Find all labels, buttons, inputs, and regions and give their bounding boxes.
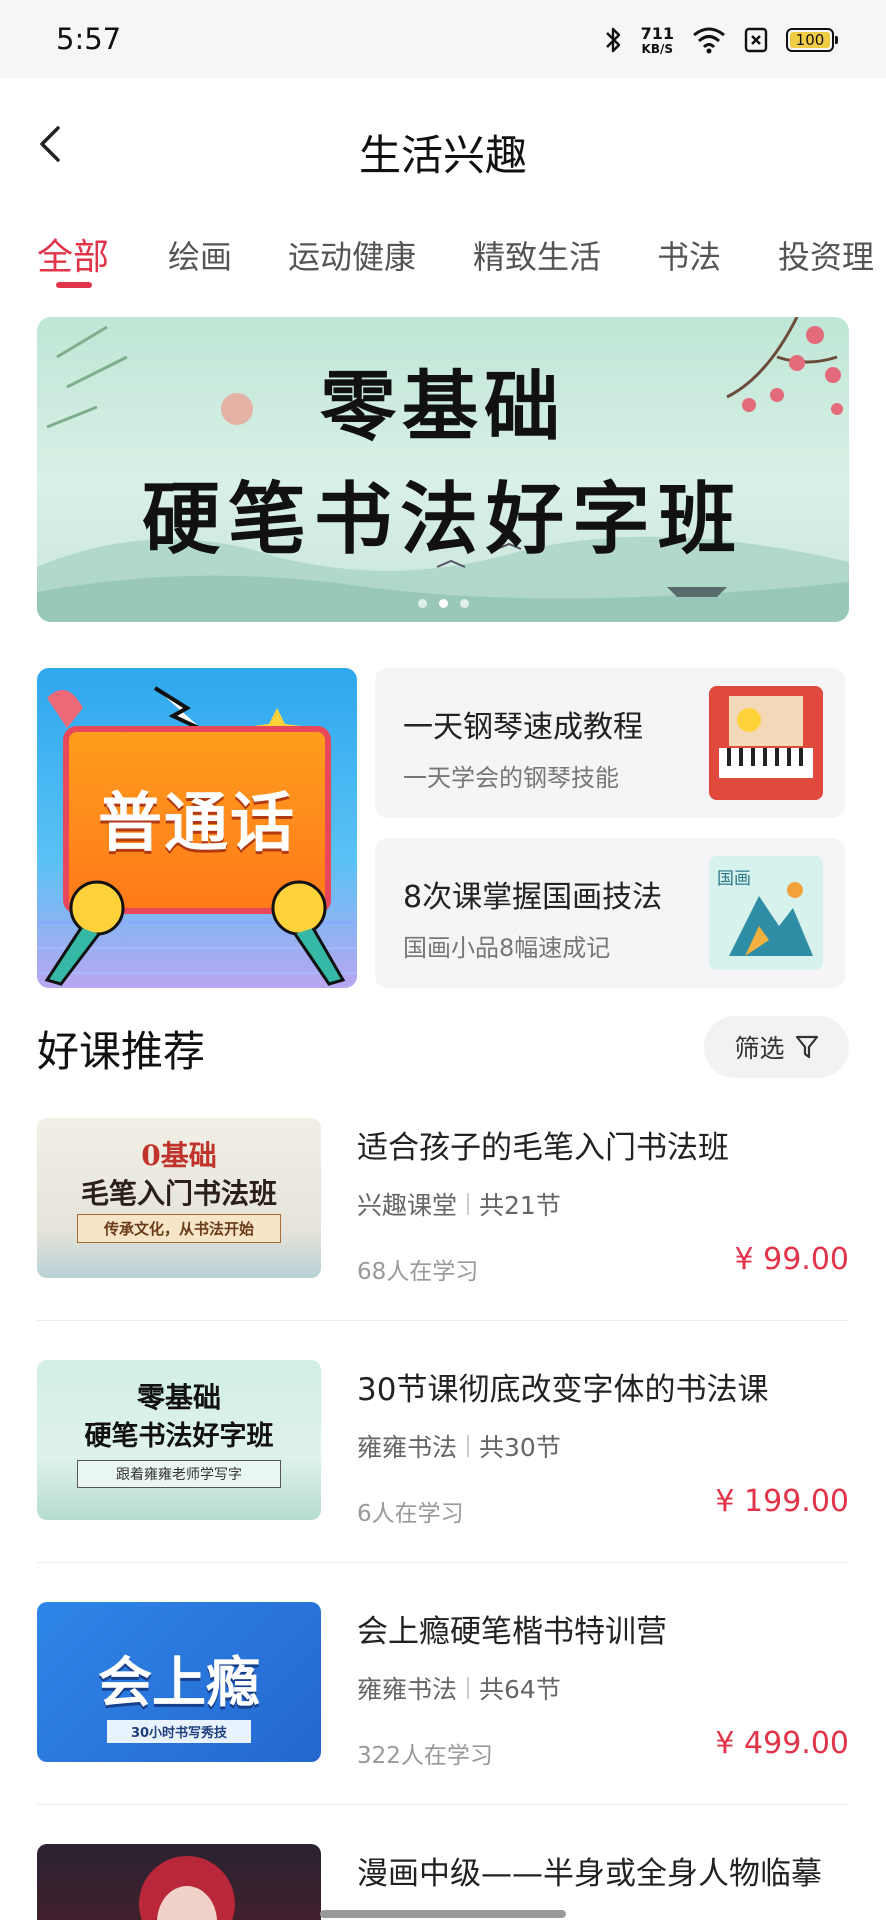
painting-thumbnail: 国画: [709, 856, 823, 970]
piano-thumbnail: [709, 686, 823, 800]
course-meta: 雍雍书法 共64节: [357, 1670, 561, 1706]
course-lessons: 共64节: [479, 1675, 561, 1704]
status-time: 5:57: [56, 22, 122, 56]
course-title: 会上瘾硬笔楷书特训营: [357, 1614, 667, 1650]
course-provider: 雍雍书法: [357, 1433, 458, 1462]
course-thumbnail: [37, 1844, 321, 1920]
course-thumbnail: 会上瘾 30小时书写秀技: [37, 1602, 321, 1762]
course-price: ¥ 99.00: [734, 1242, 849, 1277]
tab-painting[interactable]: 绘画: [168, 232, 232, 278]
list-divider: [37, 1320, 849, 1321]
section-title: 好课推荐: [37, 1027, 206, 1076]
feature-card-mandarin[interactable]: 普通话: [37, 668, 357, 988]
course-meta: 兴趣课堂 共21节: [357, 1186, 561, 1222]
course-lessons: 共30节: [479, 1433, 561, 1462]
list-divider: [37, 1562, 849, 1563]
course-price: ¥ 499.00: [715, 1726, 849, 1761]
course-provider: 雍雍书法: [357, 1675, 458, 1704]
feature-card-subtitle: 国画小品8幅速成记: [403, 934, 611, 962]
course-item[interactable]: 会上瘾 30小时书写秀技 会上瘾硬笔楷书特训营 雍雍书法 共64节 322人在学…: [37, 1602, 849, 1769]
course-title: 漫画中级——半身或全身人物临摹: [357, 1856, 822, 1892]
tab-calligraphy[interactable]: 书法: [657, 232, 721, 278]
pagination-dot-active: [438, 599, 448, 608]
feature-card-title: 一天钢琴速成教程: [403, 710, 643, 745]
course-title: 30节课彻底改变字体的书法课: [357, 1372, 769, 1408]
course-lessons: 共21节: [479, 1191, 561, 1220]
painting-thumb-label: 国画: [717, 869, 751, 889]
feature-card-chinese-painting[interactable]: 8次课掌握国画技法 国画小品8幅速成记 国画: [375, 838, 845, 988]
filter-button[interactable]: 筛选: [704, 1016, 849, 1078]
pagination-dot: [417, 599, 427, 608]
network-speed: 711 KB/S: [640, 23, 674, 56]
battery-icon: 100: [786, 28, 838, 52]
feature-card-subtitle: 一天学会的钢琴技能: [403, 764, 619, 792]
no-sim-icon: [744, 27, 768, 53]
course-learners: 6人在学习: [357, 1501, 464, 1527]
course-meta: 雍雍书法 共30节: [357, 1428, 561, 1464]
tab-investment[interactable]: 投资理: [778, 232, 874, 278]
course-thumbnail: 0基础 毛笔入门书法班 传承文化，从书法开始: [37, 1118, 321, 1278]
promo-banner[interactable]: 零基础 硬笔书法好字班: [37, 317, 849, 622]
feature-card-piano[interactable]: 一天钢琴速成教程 一天学会的钢琴技能: [375, 668, 845, 818]
banner-pagination: [37, 599, 849, 608]
category-tabs: 全部 绘画 运动健康 精致生活 书法 投资理: [0, 222, 886, 292]
course-thumbnail: 零基础 硬笔书法好字班 跟着雍雍老师学写字: [37, 1360, 321, 1520]
banner-title-line2: 硬笔书法好字班: [141, 474, 744, 565]
page-title: 生活兴趣: [358, 131, 527, 180]
status-icons: 711 KB/S 100: [603, 20, 838, 60]
pagination-dot: [459, 599, 469, 608]
course-provider: 兴趣课堂: [357, 1191, 458, 1220]
feature-big-text: 普通话: [98, 787, 296, 861]
course-learners: 68人在学习: [357, 1259, 479, 1285]
course-item[interactable]: 零基础 硬笔书法好字班 跟着雍雍老师学写字 30节课彻底改变字体的书法课 雍雍书…: [37, 1360, 849, 1527]
microphone-icon: [44, 880, 346, 986]
course-learners: 322人在学习: [357, 1743, 493, 1769]
tab-all[interactable]: 全部: [37, 228, 109, 280]
filter-label: 筛选: [734, 1034, 785, 1063]
course-item[interactable]: 漫画中级——半身或全身人物临摹: [37, 1844, 849, 1920]
tab-sports-health[interactable]: 运动健康: [288, 232, 416, 278]
active-tab-indicator: [56, 282, 92, 288]
course-price: ¥ 199.00: [715, 1484, 849, 1519]
wifi-icon: [693, 27, 725, 54]
status-bar: 5:57 711 KB/S 100: [0, 0, 886, 78]
list-divider: [37, 1804, 849, 1805]
bluetooth-icon: [605, 27, 620, 53]
piano-icon: [709, 686, 823, 800]
filter-icon: [795, 1035, 818, 1059]
course-item[interactable]: 0基础 毛笔入门书法班 传承文化，从书法开始 适合孩子的毛笔入门书法班 兴趣课堂…: [37, 1118, 849, 1285]
feature-card-title: 8次课掌握国画技法: [403, 880, 663, 915]
manga-figure-image: [139, 1856, 235, 1920]
banner-title-line1: 零基础: [320, 362, 566, 451]
tab-exquisite-life[interactable]: 精致生活: [473, 232, 601, 278]
header: 生活兴趣: [0, 78, 886, 218]
course-title: 适合孩子的毛笔入门书法班: [357, 1130, 729, 1166]
home-indicator[interactable]: [320, 1910, 566, 1918]
